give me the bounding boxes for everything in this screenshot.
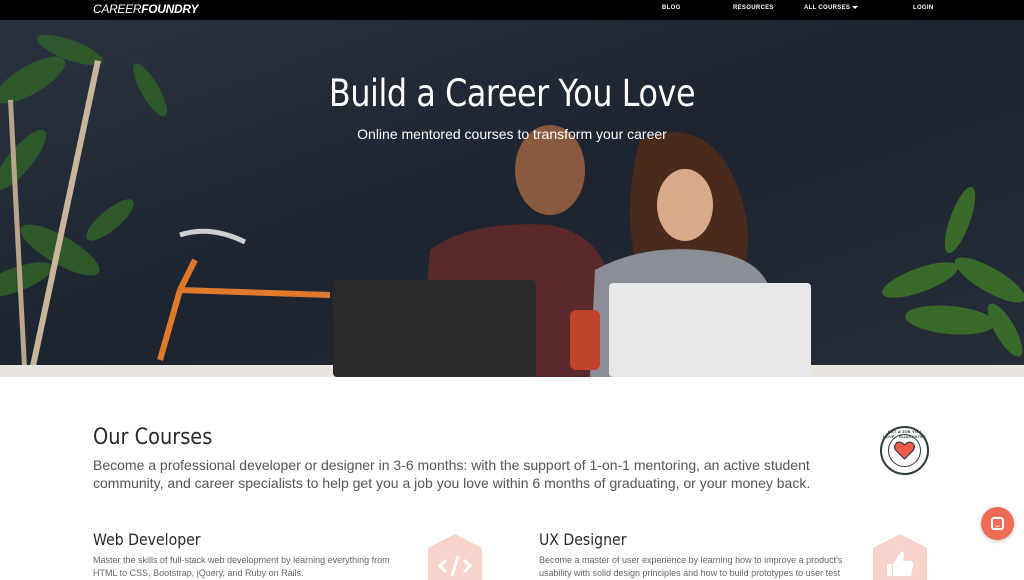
nav-resources-link[interactable]: RESOURCES [733, 5, 774, 11]
heart-icon [894, 441, 915, 460]
thumbs-up-icon [873, 534, 927, 580]
careerfoundry-logo[interactable]: CAREERFOUNDRY [93, 2, 199, 16]
course-web-developer-description: Master the skills of full-stack web deve… [93, 555, 390, 578]
our-courses-title: Our Courses [93, 425, 213, 450]
hero-banner: Build a Career You Love Online mentored … [0, 20, 1024, 377]
code-icon [428, 534, 482, 580]
badge-text: GET A JOB YOU LOVE · GUARANTEE [883, 429, 926, 439]
caret-down-icon [852, 5, 859, 9]
chat-widget-button[interactable] [981, 507, 1014, 540]
hero-subtitle: Online mentored courses to transform you… [357, 126, 667, 142]
course-ux-designer-description: Become a master of user experience by le… [539, 555, 843, 578]
job-guarantee-badge: GET A JOB YOU LOVE · GUARANTEE [880, 426, 929, 475]
course-ux-designer-title[interactable]: UX Designer [539, 530, 626, 549]
nav-all-courses-label: ALL COURSES [804, 5, 851, 11]
nav-all-courses-dropdown[interactable]: ALL COURSES [804, 5, 859, 11]
logo-foundry: FOUNDRY [141, 2, 199, 16]
nav-blog-link[interactable]: BLOG [662, 5, 681, 11]
nav-login-link[interactable]: LOGIN [913, 5, 934, 11]
logo-career: CAREER [93, 2, 142, 16]
hero-title: Build a Career You Love [328, 72, 696, 115]
our-courses-description: Become a professional developer or desig… [93, 457, 811, 491]
course-web-developer-title[interactable]: Web Developer [93, 530, 201, 549]
chat-icon [991, 517, 1004, 530]
top-nav: CAREERFOUNDRY BLOG RESOURCES ALL COURSES… [0, 0, 1024, 20]
